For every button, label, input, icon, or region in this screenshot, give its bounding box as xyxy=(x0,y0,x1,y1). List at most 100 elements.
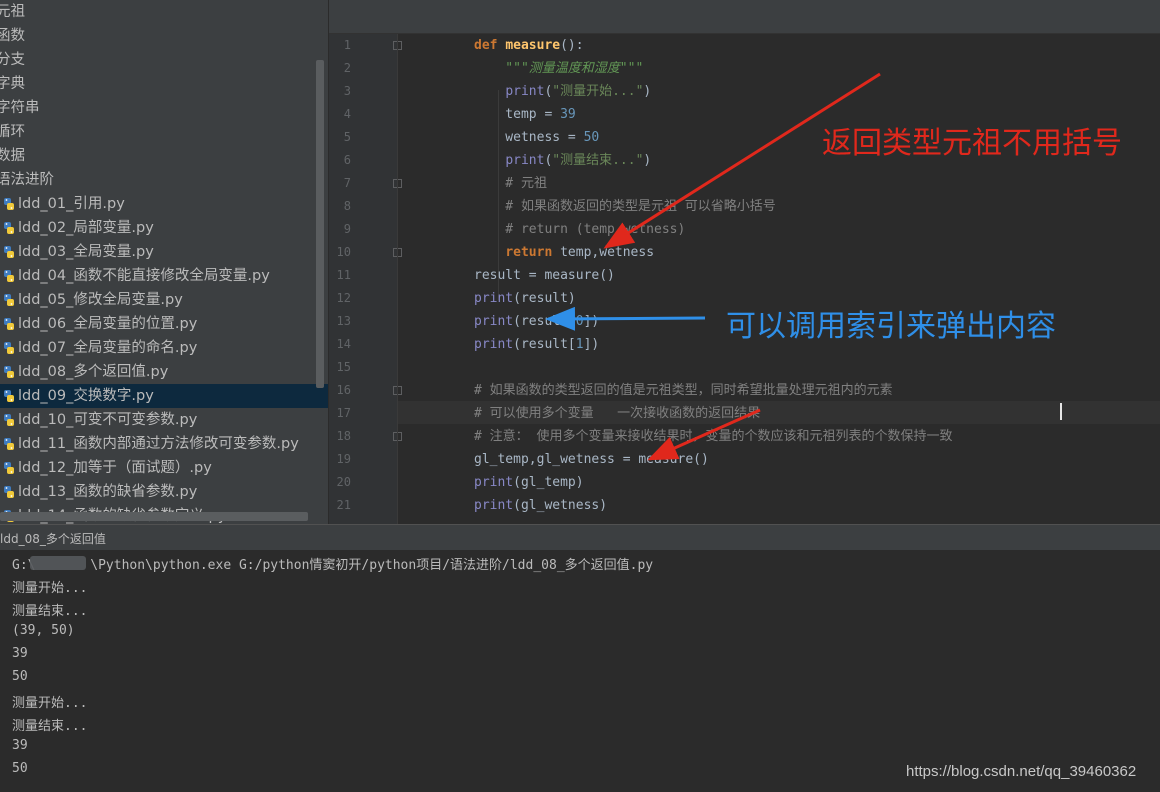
red-annotation-text: 返回类型元祖不用括号 xyxy=(822,126,1122,161)
editor-tab-bar xyxy=(329,0,1160,34)
tree-file-label: ldd_01_引用.py xyxy=(18,196,125,212)
code-line: result = measure() xyxy=(474,268,615,283)
code-line: gl_temp,gl_wetness = measure() xyxy=(474,452,709,467)
line-number: 1 xyxy=(343,38,351,52)
tree-file-label: ldd_11_函数内部通过方法修改可变参数.py xyxy=(18,436,299,452)
line-number: 12 xyxy=(336,291,351,305)
console-line: 50 xyxy=(12,669,28,684)
code-line: print(result[1]) xyxy=(474,337,600,352)
python-file-icon xyxy=(4,270,14,282)
code-line: wetness = 50 xyxy=(474,130,600,145)
code-line: temp = 39 xyxy=(474,107,576,122)
line-number: 7 xyxy=(343,176,351,190)
tree-file[interactable]: ldd_11_函数内部通过方法修改可变参数.py xyxy=(0,432,328,456)
console-line: 测量开始... xyxy=(12,581,88,596)
code-line: print(gl_wetness) xyxy=(474,498,608,513)
tree-file[interactable]: ldd_01_引用.py xyxy=(0,192,328,216)
tree-folder-label: 循环 xyxy=(0,124,25,140)
line-number: 2 xyxy=(343,61,351,75)
code-line: print("测量结束...") xyxy=(505,153,652,168)
tree-file-label: ldd_12_加等于（面试题）.py xyxy=(18,460,212,476)
console-line: 50 xyxy=(12,761,28,776)
console-line: 测量开始... xyxy=(12,696,88,711)
line-number: 20 xyxy=(336,475,351,489)
tree-horizontal-scrollbar[interactable] xyxy=(0,512,308,521)
line-number: 5 xyxy=(343,130,351,144)
tree-file-label: ldd_06_全局变量的位置.py xyxy=(18,316,198,332)
run-tab-title[interactable]: ldd_08_多个返回值 xyxy=(0,530,106,547)
tree-file[interactable]: ldd_04_函数不能直接修改全局变量.py xyxy=(0,264,328,288)
python-file-icon xyxy=(4,318,14,330)
tree-folder-label: 语法进阶 xyxy=(0,172,54,188)
tree-folder-label: 函数 xyxy=(0,28,25,44)
python-file-icon xyxy=(4,342,14,354)
tree-file-label: ldd_10_可变不可变参数.py xyxy=(18,412,198,428)
console-line: (39, 50) xyxy=(12,623,75,638)
tree-file-label: ldd_02_局部变量.py xyxy=(18,220,154,236)
python-file-icon xyxy=(4,486,14,498)
text-caret xyxy=(1060,403,1062,420)
line-number: 18 xyxy=(336,429,351,443)
code-line: def measure(): xyxy=(474,38,584,53)
watermark: https://blog.csdn.net/qq_39460362 xyxy=(906,763,1137,780)
run-panel-header: ldd_08_多个返回值 xyxy=(0,524,1160,551)
line-number: 19 xyxy=(336,452,351,466)
tree-folder[interactable]: 语法进阶 xyxy=(0,168,328,192)
tree-file[interactable]: ldd_05_修改全局变量.py xyxy=(0,288,328,312)
line-number: 4 xyxy=(343,107,351,121)
line-number-gutter: 1 2 3 4 5 6 7 8 9 10 11 12 13 14 15 16 17 18 19 20 21 xyxy=(329,34,402,524)
python-file-icon xyxy=(4,414,14,426)
tree-file[interactable]: ldd_06_全局变量的位置.py xyxy=(0,312,328,336)
line-number: 21 xyxy=(336,498,351,512)
tree-file[interactable]: ldd_08_多个返回值.py xyxy=(0,360,328,384)
line-number: 10 xyxy=(336,245,351,259)
code-line: print(result) xyxy=(474,291,576,306)
line-number: 16 xyxy=(336,383,351,397)
tree-file[interactable]: ldd_10_可变不可变参数.py xyxy=(0,408,328,432)
python-file-icon xyxy=(4,366,14,378)
python-file-icon xyxy=(4,222,14,234)
code-line: # 注意： 使用多个变量来接收结果时，变量的个数应该和元祖列表的个数保持一致 xyxy=(474,429,953,444)
tree-folder[interactable]: 字典 xyxy=(0,72,328,96)
tree-file-label: ldd_05_修改全局变量.py xyxy=(18,292,183,308)
code-line: return temp,wetness xyxy=(505,245,655,260)
line-number: 8 xyxy=(343,199,351,213)
code-editor: 1 2 3 4 5 6 7 8 9 10 11 12 13 14 15 16 17 18 19 20 21 def me… xyxy=(329,0,1160,524)
tree-folder-label: 字符串 xyxy=(0,100,40,116)
line-number: 17 xyxy=(336,406,351,420)
console-line: 测量结束... xyxy=(12,604,88,619)
tree-file[interactable]: ldd_09_交换数字.py xyxy=(0,384,328,408)
tree-folder[interactable]: 数据 xyxy=(0,144,328,168)
tree-file[interactable]: ldd_13_函数的缺省参数.py xyxy=(0,480,328,504)
code-line: # 元祖 xyxy=(474,176,547,191)
tree-folder[interactable]: 函数 xyxy=(0,24,328,48)
tree-vertical-scrollbar[interactable] xyxy=(316,60,324,388)
console-line: 测量结束... xyxy=(12,719,88,734)
tree-folder[interactable]: 字符串 xyxy=(0,96,328,120)
console-line: 39 xyxy=(12,738,28,753)
tree-file-label: ldd_07_全局变量的命名.py xyxy=(18,340,198,356)
line-number: 3 xyxy=(343,84,351,98)
python-file-icon xyxy=(4,390,14,402)
tree-file[interactable]: ldd_02_局部变量.py xyxy=(0,216,328,240)
tree-file[interactable]: ldd_03_全局变量.py xyxy=(0,240,328,264)
tree-folder[interactable]: 循环 xyxy=(0,120,328,144)
python-file-icon xyxy=(4,246,14,258)
tree-folder-label: 分支 xyxy=(0,52,25,68)
tree-file[interactable]: ldd_07_全局变量的命名.py xyxy=(0,336,328,360)
python-file-icon xyxy=(4,462,14,474)
project-tree: ldd_14_函数的缺省参数定义.pyldd_13_函数的缺省参数.pyldd_… xyxy=(0,0,328,524)
line-number: 15 xyxy=(336,360,351,374)
tree-file-label: ldd_08_多个返回值.py xyxy=(18,364,169,380)
code-area[interactable]: def measure(): """测量温度和湿度""" print("测量开始… xyxy=(398,34,1160,524)
tree-file[interactable]: ldd_12_加等于（面试题）.py xyxy=(0,456,328,480)
python-file-icon xyxy=(4,294,14,306)
tree-folder-label: 字典 xyxy=(0,76,25,92)
tree-folder-label: 数据 xyxy=(0,148,25,164)
code-line: # 如果函数返回的类型是元祖 可以省略小括号 xyxy=(474,199,776,214)
tree-folder[interactable]: 元祖 xyxy=(0,0,328,24)
redacted-path-blur xyxy=(30,556,86,570)
line-number: 14 xyxy=(336,337,351,351)
tree-file-label: ldd_04_函数不能直接修改全局变量.py xyxy=(18,268,270,284)
tree-folder[interactable]: 分支 xyxy=(0,48,328,72)
